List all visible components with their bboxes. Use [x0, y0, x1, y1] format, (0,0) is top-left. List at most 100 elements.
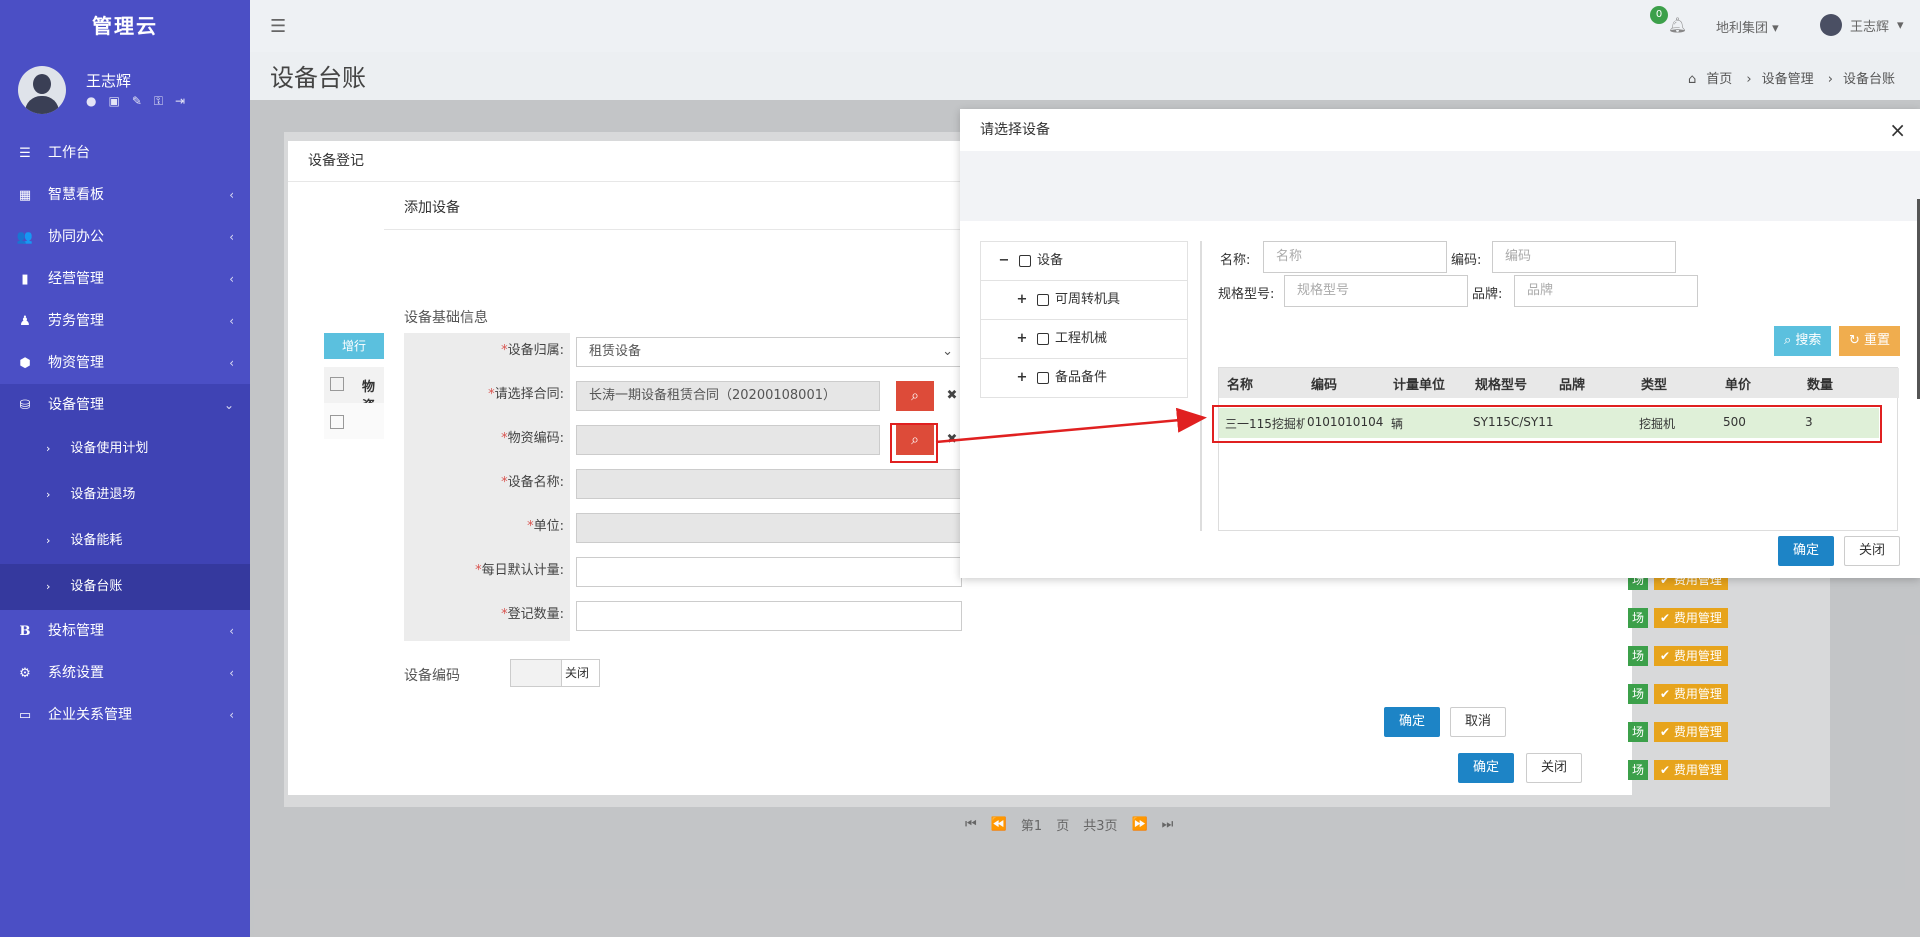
fee-management-button[interactable]: ✔ 费用管理	[1654, 646, 1728, 666]
ownership-select[interactable]: 租赁设备 ⌄	[576, 337, 962, 367]
select-all-checkbox[interactable]	[330, 377, 344, 391]
search-button[interactable]: ⌕ 搜索	[1774, 326, 1832, 356]
chevron-left-icon: ‹	[229, 624, 234, 638]
chevron-right-icon: ›	[46, 580, 51, 593]
tree-node-equipment[interactable]: − 设备	[981, 242, 1187, 281]
equipment-code-toggle[interactable]: 关闭	[510, 659, 600, 687]
material-clear-icon[interactable]: ✖	[942, 425, 962, 455]
sidebar-item-operations[interactable]: ▮ 经营管理 ‹	[0, 258, 250, 300]
spec-search-input[interactable]: 规格型号	[1284, 275, 1468, 307]
tree-checkbox[interactable]	[1037, 332, 1049, 345]
sidebar-item-labor[interactable]: ♟ 劳务管理 ‹	[0, 300, 250, 342]
top-user-menu[interactable]: 王志辉 ▾	[1820, 14, 1904, 36]
expand-icon[interactable]: +	[1015, 359, 1029, 397]
equipment-table: 名称 编码 计量单位 规格型号 品牌 类型 单价 数量 三一115挖掘机 010…	[1218, 367, 1899, 531]
chevron-right-icon: ›	[46, 534, 51, 547]
tree-node-machinery[interactable]: + 工程机械	[981, 320, 1187, 359]
close-icon[interactable]: ×	[1889, 109, 1906, 151]
card-icon[interactable]: ▣	[108, 94, 119, 109]
logout-icon[interactable]: ⇥	[175, 94, 185, 109]
breadcrumb-ledger: 设备台账	[1842, 72, 1895, 87]
daily-measure-input[interactable]	[576, 557, 962, 587]
collapse-icon[interactable]: −	[997, 242, 1011, 280]
select-close-button[interactable]: 关闭	[1843, 536, 1900, 566]
status-badge[interactable]: 场	[1628, 646, 1649, 666]
fee-management-button[interactable]: ✔ 费用管理	[1654, 722, 1728, 742]
sidebar-user-name: 王志辉	[86, 72, 132, 90]
material-code-input[interactable]	[576, 425, 880, 455]
select-confirm-button[interactable]: 确定	[1777, 536, 1834, 566]
chevron-down-icon: ⌄	[942, 344, 953, 359]
fee-management-button[interactable]: ✔ 费用管理	[1654, 684, 1728, 704]
tree-checkbox[interactable]	[1037, 371, 1049, 384]
sidebar: 管理云 王志辉 ● ▣ ✎ ⚿ ⇥ ☰ 工作台 ▦ 智慧看板 ‹ 👥 协同办公 ‹ ▮ 经营…	[0, 0, 250, 937]
reset-button[interactable]: ↻ 重置	[1839, 326, 1901, 356]
users-icon: 👥	[16, 230, 34, 245]
bold-b-icon: B	[19, 624, 31, 639]
expand-icon[interactable]: +	[1015, 281, 1029, 319]
page-number[interactable]: 1	[1034, 819, 1042, 834]
section-title: 设备基础信息	[404, 310, 488, 326]
register-count-input[interactable]	[576, 601, 962, 631]
sidebar-item-workbench[interactable]: ☰ 工作台	[0, 132, 250, 174]
register-confirm-button[interactable]: 确定	[1457, 753, 1514, 783]
hamburger-icon[interactable]: ☰	[270, 16, 286, 37]
sidebar-item-equipment[interactable]: ⛁ 设备管理 ⌄	[0, 384, 250, 426]
tree-checkbox[interactable]	[1019, 254, 1031, 267]
contract-search-button[interactable]: ⌕	[896, 381, 934, 411]
select-equipment-modal: 请选择设备 × − 设备 + 可周转机具 + 工程机械 + 备品备件 名称: 名称 编码…	[960, 109, 1920, 578]
tree-node-tools[interactable]: + 可周转机具	[981, 281, 1187, 320]
home-icon: ⌂	[1688, 72, 1697, 87]
user-tools: ● ▣ ✎ ⚿ ⇥	[86, 94, 185, 109]
table-header: 名称 编码 计量单位 规格型号 品牌 类型 单价 数量	[1219, 368, 1899, 398]
unit-input[interactable]	[576, 513, 962, 543]
tree-node-spares[interactable]: + 备品备件	[981, 359, 1187, 397]
status-badge[interactable]: 场	[1628, 608, 1649, 628]
add-cancel-button[interactable]: 取消	[1449, 707, 1506, 737]
sidebar-item-office[interactable]: 👥 协同办公 ‹	[0, 216, 250, 258]
name-search-input[interactable]: 名称	[1263, 241, 1447, 273]
status-badge[interactable]: 场	[1628, 684, 1649, 704]
sidebar-item-crm[interactable]: ▭ 企业关系管理 ‹	[0, 694, 250, 736]
notification-badge: 0	[1650, 6, 1668, 24]
register-close-button[interactable]: 关闭	[1525, 753, 1582, 783]
sidebar-subitem-entry-exit[interactable]: › 设备进退场	[0, 472, 250, 518]
chevron-left-icon: ‹	[229, 272, 234, 286]
breadcrumb-equipment[interactable]: 设备管理	[1762, 72, 1814, 87]
last-page-icon[interactable]: ⏭	[1162, 817, 1174, 832]
fee-management-button[interactable]: ✔ 费用管理	[1654, 608, 1728, 628]
next-page-icon[interactable]: ⏩	[1131, 817, 1147, 832]
tree-checkbox[interactable]	[1037, 293, 1049, 306]
user-icon[interactable]: ●	[86, 94, 96, 109]
sidebar-subitem-energy[interactable]: › 设备能耗	[0, 518, 250, 564]
sidebar-item-dashboard[interactable]: ▦ 智慧看板 ‹	[0, 174, 250, 216]
first-page-icon[interactable]: ⏮	[965, 817, 977, 832]
sidebar-item-materials[interactable]: ⬢ 物资管理 ‹	[0, 342, 250, 384]
search-icon: ⌕	[911, 388, 919, 404]
breadcrumb-home[interactable]: 首页	[1706, 72, 1732, 87]
row-checkbox[interactable]	[330, 415, 344, 429]
status-badge[interactable]: 场	[1628, 722, 1649, 742]
contract-clear-icon[interactable]: ✖	[942, 381, 962, 411]
brand-search-input[interactable]: 品牌	[1514, 275, 1698, 307]
expand-icon[interactable]: +	[1015, 320, 1029, 358]
equipment-name-input[interactable]	[576, 469, 962, 499]
org-switcher[interactable]: 地利集团 ▾	[1716, 17, 1779, 36]
sidebar-subitem-ledger[interactable]: › 设备台账	[0, 564, 250, 610]
status-badge[interactable]: 场	[1628, 760, 1649, 780]
bell-icon[interactable]: 🔔︎	[1668, 16, 1687, 34]
key-icon[interactable]: ⚿	[154, 94, 163, 109]
sidebar-item-bidding[interactable]: B 投标管理 ‹	[0, 610, 250, 652]
sidebar-item-settings[interactable]: ⚙ 系统设置 ‹	[0, 652, 250, 694]
code-search-input[interactable]: 编码	[1492, 241, 1676, 273]
chevron-left-icon: ‹	[229, 188, 234, 202]
prev-page-icon[interactable]: ⏪	[991, 817, 1007, 832]
fee-management-button[interactable]: ✔ 费用管理	[1654, 760, 1728, 780]
add-confirm-button[interactable]: 确定	[1383, 707, 1440, 737]
pagination: ⏮ ⏪ 第1 页 共3页 ⏩ ⏭	[965, 817, 1174, 834]
edit-icon[interactable]: ✎	[132, 94, 142, 109]
sidebar-subitem-usage-plan[interactable]: › 设备使用计划	[0, 426, 250, 472]
add-row-button[interactable]: 增行	[324, 333, 384, 359]
sidebar-user-panel: 王志辉 ● ▣ ✎ ⚿ ⇥	[0, 52, 250, 124]
contract-input[interactable]: 长涛一期设备租赁合同（20200108001）	[576, 381, 880, 411]
